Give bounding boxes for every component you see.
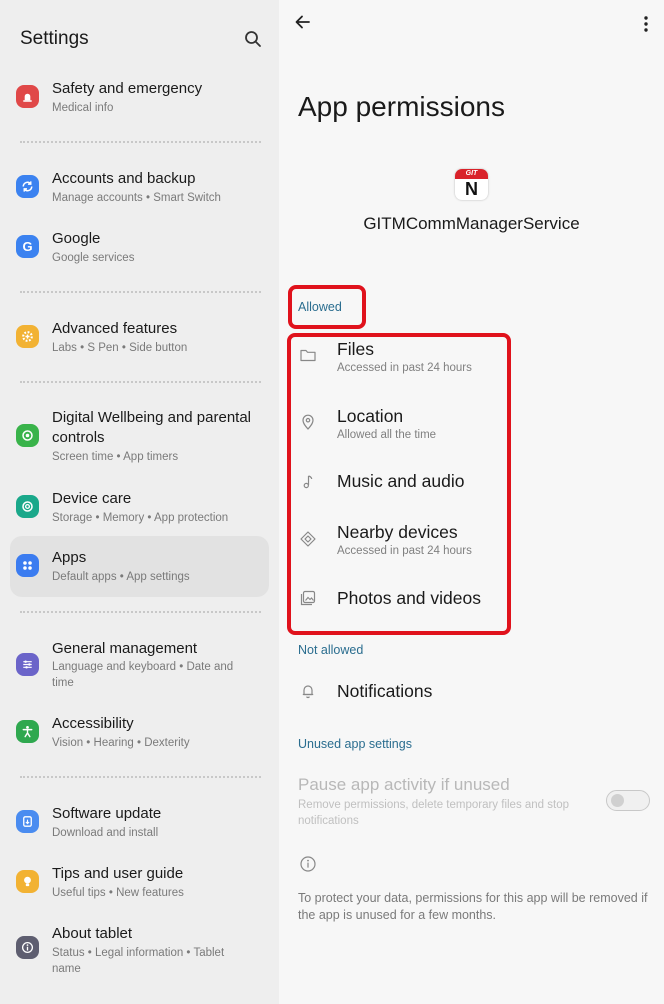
permission-title: Notifications [337,681,433,701]
item-subtitle: Download and install [52,827,159,839]
info-text: To protect your data, permissions for th… [298,891,648,922]
item-title: Google [52,230,101,247]
section-unused-app-settings: Unused app settings [298,737,412,751]
lightbulb-icon [16,870,39,893]
permission-title: Location [337,406,404,426]
settings-item-tips[interactable]: Tips and user guide Useful tips • New fe… [10,861,269,905]
item-title: About tablet [52,925,133,942]
pause-app-activity-title: Pause app activity if unused [298,775,510,794]
settings-sidebar: Settings Safety and emergency Medical in… [0,0,279,1004]
permission-notifications[interactable]: Notifications [279,678,664,714]
more-options-icon[interactable] [638,14,654,34]
item-title: General management [52,640,198,657]
item-title: Tips and user guide [52,865,184,882]
permission-subtitle: Accessed in past 24 hours [337,362,472,374]
page-title: App permissions [298,91,505,122]
device-care-icon [16,495,39,518]
accessibility-icon [16,720,39,743]
settings-item-digital-wellbeing[interactable]: Digital Wellbeing and parental controls … [10,406,269,470]
location-pin-icon [302,414,314,430]
item-title: Safety and emergency [52,80,203,97]
settings-item-general-management[interactable]: General management Language and keyboard… [10,636,269,690]
apps-grid-icon [16,554,39,577]
permission-title: Photos and videos [337,588,481,608]
settings-item-google[interactable]: G Google Google services [10,226,269,270]
settings-item-advanced-features[interactable]: Advanced features Labs • S Pen • Side bu… [10,316,269,360]
permission-files[interactable]: Files Accessed in past 24 hours [279,336,664,386]
pause-app-activity-toggle[interactable] [606,790,650,811]
photos-icon [300,590,316,606]
item-title: Device care [52,490,132,507]
app-icon-band: GIT [455,169,488,179]
section-allowed: Allowed [298,300,342,314]
divider [20,776,261,778]
app-permissions-panel: App permissions GIT N GITMCommManagerSer… [279,0,664,1004]
item-title: Accessibility [52,715,134,732]
item-subtitle: Language and keyboard • Date and time [52,661,234,689]
permission-subtitle: Accessed in past 24 hours [337,545,472,557]
info-icon [16,936,39,959]
nearby-devices-icon [300,531,316,547]
permission-nearby-devices[interactable]: Nearby devices Accessed in past 24 hours [279,519,664,569]
settings-item-software-update[interactable]: Software update Download and install [10,801,269,845]
item-title: Accounts and backup [52,170,196,187]
settings-item-about-tablet[interactable]: About tablet Status • Legal information … [10,922,269,976]
divider [20,291,261,293]
item-subtitle: Manage accounts • Smart Switch [52,192,221,204]
app-icon: GIT N [455,169,488,200]
divider [20,381,261,383]
permission-music-audio[interactable]: Music and audio [279,468,664,504]
permission-photos-videos[interactable]: Photos and videos [279,585,664,621]
bell-icon [302,685,314,699]
search-icon[interactable] [243,29,263,49]
permission-subtitle: Allowed all the time [337,429,437,441]
item-subtitle: Vision • Hearing • Dexterity [52,737,190,749]
pause-app-activity-subtitle: Remove permissions, delete temporary fil… [298,799,570,827]
permission-title: Files [337,339,374,359]
item-subtitle: Screen time • App timers [52,451,179,463]
permission-title: Nearby devices [337,522,458,542]
item-title: Advanced features [52,320,178,337]
back-arrow-icon[interactable] [293,12,313,32]
folder-icon [300,349,316,362]
item-subtitle: Status • Legal information • Tablet name [52,947,225,975]
update-icon [16,810,39,833]
gear-plus-icon [16,325,39,348]
app-icon-letter: N [465,179,478,199]
section-not-allowed: Not allowed [298,643,364,657]
item-subtitle: Useful tips • New features [52,887,184,899]
wellbeing-icon [16,424,39,447]
permission-location[interactable]: Location Allowed all the time [279,402,664,452]
sync-icon [16,175,39,198]
settings-item-device-care[interactable]: Device care Storage • Memory • App prote… [10,486,269,530]
sliders-icon [16,653,39,676]
item-subtitle: Labs • S Pen • Side button [52,342,188,354]
divider [20,611,261,613]
siren-icon [16,85,39,108]
google-icon: G [16,235,39,258]
divider [20,141,261,143]
item-subtitle: Medical info [52,102,114,114]
toggle-knob [611,794,624,807]
permission-title: Music and audio [337,471,465,491]
item-title: Digital Wellbeing and parental controls [52,409,252,446]
info-icon [300,856,316,872]
settings-item-apps[interactable]: Apps Default apps • App settings [10,536,269,597]
item-subtitle: Google services [52,252,135,264]
item-title: Software update [52,805,162,822]
settings-item-safety[interactable]: Safety and emergency Medical info [10,76,269,120]
item-subtitle: Default apps • App settings [52,571,190,583]
settings-title: Settings [20,28,89,49]
item-subtitle: Storage • Memory • App protection [52,512,229,524]
app-name: GITMCommManagerService [363,214,580,233]
music-note-icon [303,475,313,489]
item-title: Apps [52,549,87,566]
settings-item-accessibility[interactable]: Accessibility Vision • Hearing • Dexteri… [10,711,269,755]
settings-item-accounts[interactable]: Accounts and backup Manage accounts • Sm… [10,166,269,210]
